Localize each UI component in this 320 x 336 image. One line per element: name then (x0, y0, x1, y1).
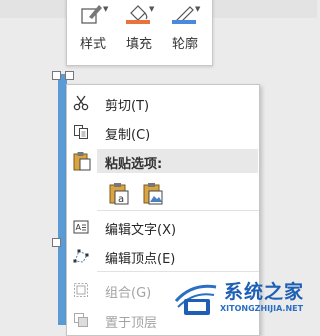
fill-button[interactable]: ▼ 填充 (117, 0, 161, 63)
style-label: 样式 (79, 37, 106, 52)
watermark: 系统之家 XITONGZHIJIA.NET (170, 273, 317, 325)
menu-separator (97, 271, 259, 272)
paste-picture-button[interactable] (141, 181, 165, 205)
paste-options-label: 粘贴选项: (105, 157, 163, 172)
paste-picture-icon (143, 183, 163, 205)
svg-text:A: A (76, 223, 82, 232)
menu-item-edit-text[interactable]: A 编辑文字(X) (67, 214, 259, 240)
outline-label: 轮廓 (171, 37, 198, 52)
fill-label: 填充 (125, 37, 152, 52)
group-icon (74, 283, 88, 297)
menu-item-label: 编辑文字(X) (105, 223, 177, 238)
watermark-logo-icon (174, 284, 217, 315)
fill-color-bar (126, 20, 150, 24)
edit-points-icon (73, 249, 89, 263)
clipboard-paste-icon (73, 152, 91, 171)
menu-item-label: 组合(G) (105, 286, 152, 301)
paste-options-header: 粘贴选项: (97, 149, 258, 173)
chevron-down-icon: ▼ (149, 5, 155, 13)
resize-handle-top-left[interactable] (52, 71, 61, 80)
resize-handle-middle-left[interactable] (52, 238, 61, 247)
copy-icon (74, 125, 88, 139)
menu-item-label: 复制(C) (105, 128, 151, 143)
style-button[interactable]: ▼ 样式 (71, 0, 115, 63)
menu-item-label: 置于顶层 (105, 316, 158, 331)
chevron-down-icon: ▼ (103, 5, 109, 13)
menu-item-cut[interactable]: 剪切(T) (67, 90, 259, 116)
edit-text-icon: A (73, 220, 89, 234)
menu-item-edit-points[interactable]: 编辑顶点(E) (67, 243, 259, 269)
bring-to-front-icon (74, 313, 88, 327)
outline-button[interactable]: ▼ 轮廓 (163, 0, 207, 63)
mini-toolbar: ▼ 样式 ▼ 填充 ▼ 轮廓 (66, 0, 213, 66)
watermark-url: XITONGZHIJIA.NET (220, 304, 304, 313)
scissors-icon (73, 95, 89, 111)
paste-text-icon: a (109, 183, 129, 205)
svg-text:a: a (118, 194, 124, 205)
paste-keep-text-button[interactable]: a (107, 181, 131, 205)
menu-item-label: 编辑顶点(E) (105, 252, 176, 267)
watermark-title: 系统之家 (224, 281, 305, 303)
menu-item-copy[interactable]: 复制(C) (67, 119, 259, 145)
shape-style-icon (81, 5, 102, 24)
menu-item-label: 剪切(T) (105, 99, 150, 114)
menu-separator (97, 210, 259, 211)
resize-handle-top-right[interactable] (65, 71, 74, 80)
outline-color-bar (172, 20, 196, 24)
chevron-down-icon: ▼ (195, 5, 201, 13)
